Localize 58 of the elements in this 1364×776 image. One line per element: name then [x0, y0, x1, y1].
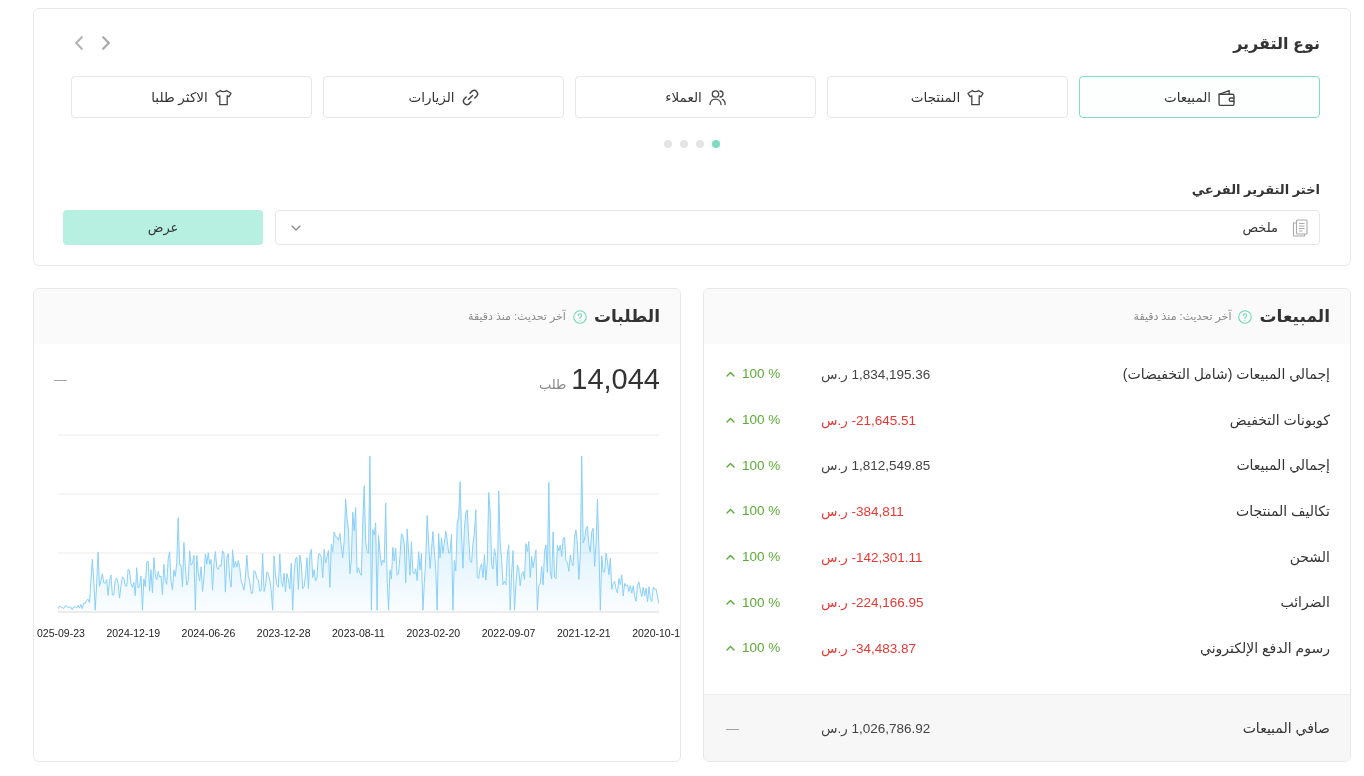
report-tab[interactable]: المنتجات — [827, 76, 1068, 118]
sub-report-select[interactable]: ملخص — [275, 210, 1320, 245]
comparison-text: — — [54, 371, 67, 387]
change-text: — — [726, 720, 739, 736]
row-label: كوبونات التخفيض — [1228, 411, 1330, 428]
report-tab[interactable]: العملاء — [575, 76, 816, 118]
axis-label: 2020-10-1 — [632, 626, 680, 640]
carousel-dot-icon[interactable] — [663, 140, 672, 148]
scroll-right-button[interactable] — [99, 34, 113, 52]
scroll-left-button[interactable] — [72, 34, 86, 52]
carousel-dot-icon[interactable] — [711, 140, 720, 148]
chevron-right-icon — [102, 36, 110, 50]
axis-label: 2023-08-11 — [332, 626, 385, 640]
carousel-dot-icon[interactable] — [679, 140, 688, 148]
chevron-down-icon — [291, 224, 301, 231]
report-tab[interactable]: المبيعات — [1079, 76, 1320, 118]
unit-label: طلب — [538, 377, 567, 392]
panel-title: المبيعات — [1259, 306, 1330, 327]
report-tab[interactable]: الزيارات — [323, 76, 564, 118]
wallet-icon — [1218, 88, 1236, 106]
shirt-icon — [214, 88, 232, 106]
axis-label: 2021-12-21 — [556, 626, 611, 640]
row-label: إجمالي المبيعات — [1235, 457, 1330, 474]
users-icon — [708, 88, 726, 106]
change-text: 100 % — [742, 503, 781, 519]
chevron-left-icon — [75, 36, 83, 50]
axis-label: 2024-06-26 — [181, 626, 236, 640]
section-title: نوع التقرير — [1233, 33, 1320, 53]
panel-title: الطلبات — [593, 306, 660, 327]
change-text: 100 % — [742, 549, 781, 565]
carousel-dot-icon[interactable] — [695, 140, 704, 148]
axis-label: 2022-09-07 — [481, 626, 536, 640]
row-label: الضرائب — [1279, 594, 1330, 611]
axis-label: 2024-12-19 — [106, 626, 161, 640]
change-text: 100 % — [742, 640, 781, 656]
row-label: إجمالي المبيعات (شامل التخفيضات) — [1121, 365, 1330, 382]
row-label: تكاليف المنتجات — [1235, 502, 1330, 519]
axis-label: 2023-02-20 — [406, 626, 461, 640]
help-icon[interactable] — [572, 309, 587, 324]
shirt-icon — [967, 88, 985, 106]
row-label: رسوم الدفع الإلكتروني — [1199, 639, 1330, 656]
orders-total: 14,044 — [571, 362, 660, 397]
axis-label: 2023-12-28 — [256, 626, 311, 640]
row-label: الشحن — [1288, 548, 1330, 565]
show-button[interactable]: عرض — [63, 210, 263, 245]
last-updated-text: آخر تحديث: منذ دقيقة — [1133, 310, 1232, 323]
change-text: 100 % — [742, 594, 781, 610]
last-updated-text: آخر تحديث: منذ دقيقة — [468, 310, 566, 323]
report-tab[interactable]: الاكثر طلبا — [71, 76, 312, 118]
axis-label: 025-09-23 — [37, 626, 85, 640]
link-icon — [461, 88, 479, 106]
change-text: 100 % — [742, 366, 781, 382]
change-text: 100 % — [742, 412, 781, 428]
help-icon[interactable] — [1238, 309, 1253, 324]
document-icon — [1292, 218, 1308, 237]
change-text: 100 % — [742, 457, 781, 473]
row-label: صافي المبيعات — [1241, 720, 1330, 736]
sub-report-label: اختر التقرير الفرعي — [1190, 181, 1320, 199]
